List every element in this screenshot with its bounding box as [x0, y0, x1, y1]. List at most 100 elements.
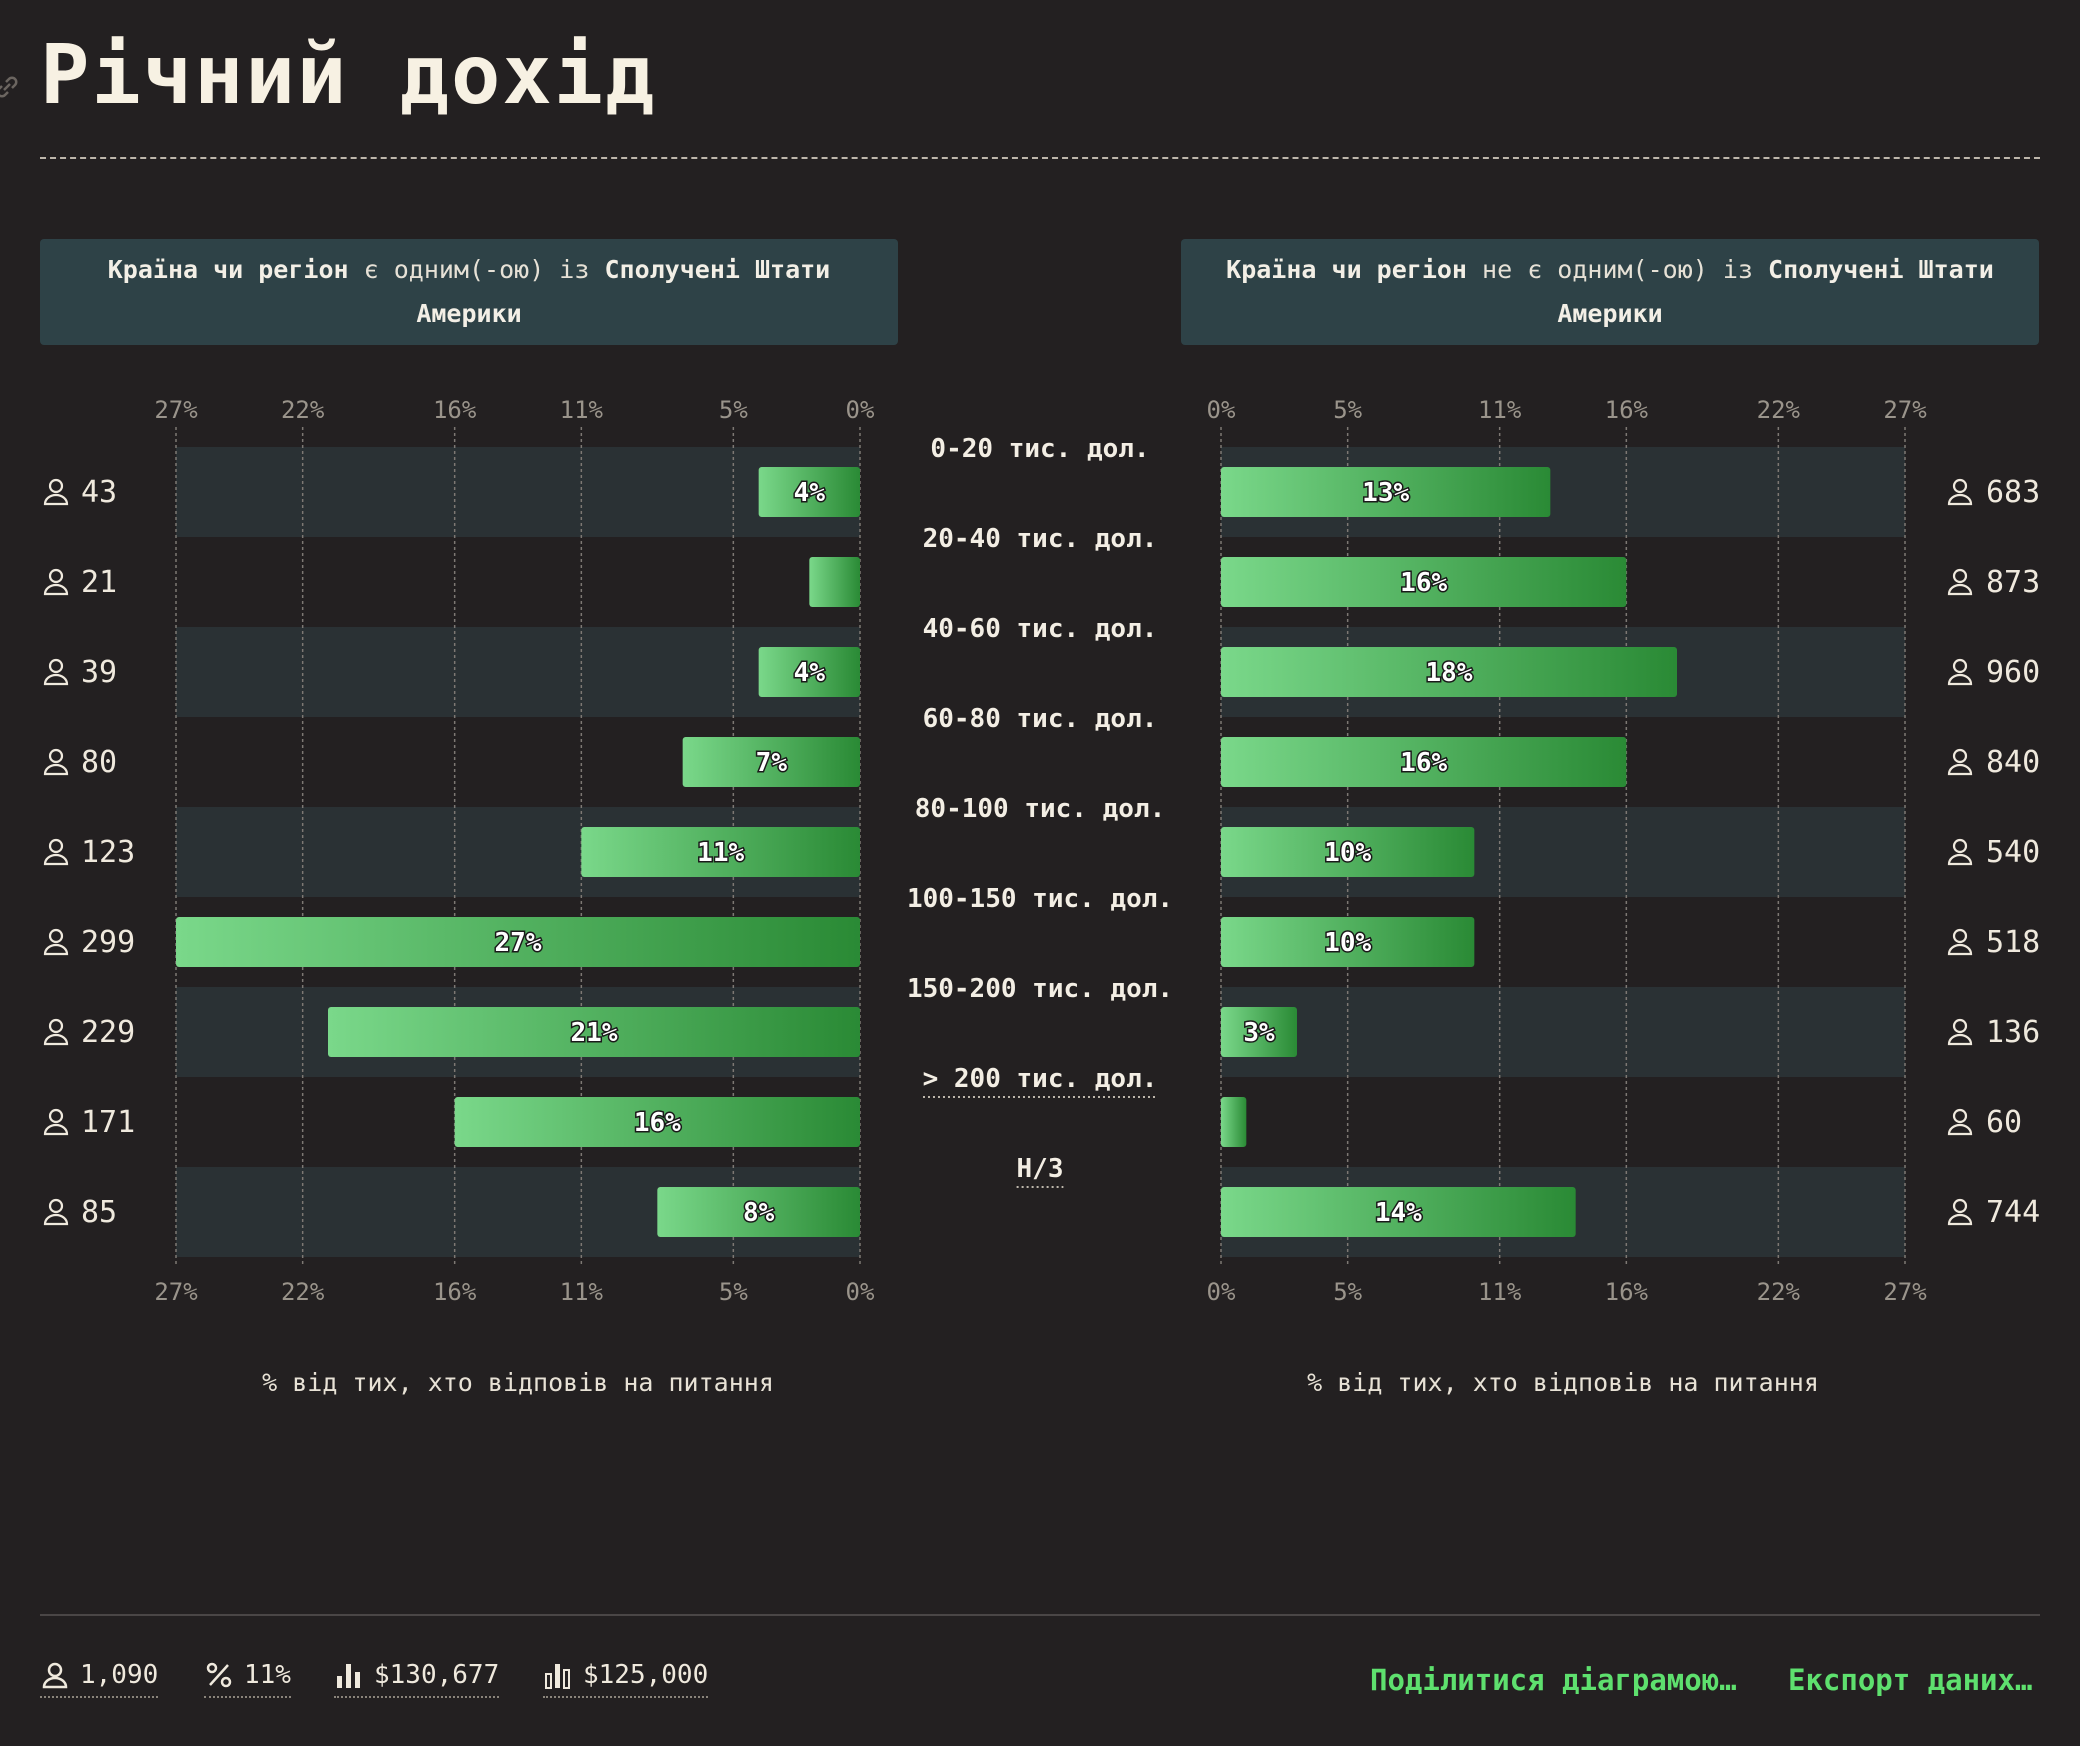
tick-label: 5%: [719, 1278, 748, 1306]
tick-label: 0%: [846, 396, 875, 424]
tick-label: 16%: [1605, 1278, 1649, 1306]
category-label: 80-100 тис. дол.: [915, 794, 1165, 824]
tick-label: 27%: [1883, 396, 1927, 424]
bar-left: [809, 557, 860, 607]
median-stat-value: $125,000: [583, 1660, 709, 1690]
export-data-button[interactable]: Експорт даних…: [1788, 1663, 2032, 1697]
tick-label: 11%: [560, 396, 604, 424]
person-icon: [43, 1198, 69, 1226]
tick-label: 0%: [1207, 396, 1236, 424]
person-icon: [43, 1108, 69, 1136]
count-left: 171: [81, 1105, 135, 1140]
bar-label: 21%: [571, 1018, 618, 1048]
count-left: 85: [81, 1195, 117, 1230]
category-label: 150-200 тис. дол.: [907, 974, 1173, 1004]
bar-label: 3%: [1243, 1018, 1275, 1048]
tick-label: 27%: [154, 1278, 198, 1306]
bar-right: [1221, 1097, 1247, 1147]
bar-label: 27%: [495, 928, 542, 958]
person-icon: [1947, 748, 1973, 776]
category-label: 100-150 тис. дол.: [907, 884, 1173, 914]
median-stat[interactable]: $125,000: [543, 1660, 709, 1698]
tick-label: 27%: [1883, 1278, 1927, 1306]
count-right: 744: [1986, 1195, 2040, 1230]
tick-label: 22%: [281, 1278, 325, 1306]
bar-label: 16%: [634, 1108, 681, 1138]
category-label: 20-40 тис. дол.: [923, 524, 1158, 554]
tick-label: 22%: [1757, 396, 1801, 424]
person-icon: [1947, 928, 1973, 956]
percent-stat[interactable]: 11%: [204, 1660, 291, 1698]
tick-label: 11%: [1478, 396, 1522, 424]
bar-label: 16%: [1400, 748, 1447, 778]
diverging-bar-chart: 0% 0% 0% 0% 5% 5% 5% 5% 11% 11% 11% 11% 16% 16% 16% 16%…: [43, 396, 2040, 1397]
category-label: > 200 тис. дол.: [923, 1064, 1158, 1094]
bar-label: 10%: [1324, 838, 1371, 868]
bar-label: 16%: [1400, 568, 1447, 598]
count-right: 60: [1986, 1105, 2022, 1140]
count-left: 299: [81, 925, 135, 960]
footer-divider: [40, 1614, 2040, 1616]
axis-title: % від тих, хто відповів на питання: [1307, 1368, 1819, 1397]
mean-stat-value: $130,677: [374, 1660, 500, 1690]
row-band: [176, 627, 860, 717]
count-right: 683: [1986, 475, 2040, 510]
count-left: 39: [81, 655, 117, 690]
percent-stat-value: 11%: [244, 1660, 291, 1690]
tick-label: 22%: [1757, 1278, 1801, 1306]
tick-label: 27%: [154, 396, 198, 424]
count-right: 136: [1986, 1015, 2040, 1050]
bar-label: 8%: [743, 1198, 775, 1228]
respondent-count-value: 1,090: [80, 1660, 159, 1690]
axis-title: % від тих, хто відповів на питання: [262, 1368, 774, 1397]
person-icon: [43, 838, 69, 866]
bar-label: 13%: [1362, 478, 1409, 508]
respondent-count[interactable]: 1,090: [40, 1660, 159, 1698]
person-icon: [43, 568, 69, 596]
tick-label: 5%: [1333, 396, 1362, 424]
tick-label: 11%: [1478, 1278, 1522, 1306]
person-icon: [43, 478, 69, 506]
tick-label: 11%: [560, 1278, 604, 1306]
row-band: [176, 447, 860, 537]
row-band: [1221, 987, 1905, 1077]
person-icon: [1947, 1198, 1973, 1226]
bar-chart-median-icon: [545, 1664, 570, 1689]
category-label: 40-60 тис. дол.: [923, 614, 1158, 644]
count-left: 43: [81, 475, 117, 510]
tick-label: 5%: [719, 396, 748, 424]
category-label: 60-80 тис. дол.: [923, 704, 1158, 734]
bar-label: 7%: [756, 748, 788, 778]
person-icon: [43, 1018, 69, 1046]
person-icon: [1947, 568, 1973, 596]
bar-label: 4%: [794, 478, 826, 508]
percent-icon: [206, 1662, 232, 1688]
person-icon: [42, 1662, 68, 1689]
person-icon: [1947, 838, 1973, 866]
bar-label: 4%: [794, 658, 826, 688]
mean-stat[interactable]: $130,677: [334, 1660, 500, 1698]
count-right: 873: [1986, 565, 2040, 600]
person-icon: [1947, 1108, 1973, 1136]
count-right: 840: [1986, 745, 2040, 780]
person-icon: [1947, 1018, 1973, 1046]
person-icon: [43, 658, 69, 686]
count-right: 540: [1986, 835, 2040, 870]
count-left: 123: [81, 835, 135, 870]
tick-label: 5%: [1333, 1278, 1362, 1306]
count-right: 960: [1986, 655, 2040, 690]
share-chart-button[interactable]: Поділитися діаграмою…: [1370, 1663, 1737, 1697]
person-icon: [43, 748, 69, 776]
bar-chart-icon: [337, 1664, 360, 1688]
count-left: 80: [81, 745, 117, 780]
tick-label: 16%: [1605, 396, 1649, 424]
person-icon: [1947, 478, 1973, 506]
tick-label: 0%: [1207, 1278, 1236, 1306]
tick-label: 0%: [846, 1278, 875, 1306]
bar-label: 18%: [1426, 658, 1473, 688]
tick-label: 16%: [433, 1278, 477, 1306]
bar-label: 11%: [697, 838, 744, 868]
tick-label: 16%: [433, 396, 477, 424]
person-icon: [43, 928, 69, 956]
bar-label: 10%: [1324, 928, 1371, 958]
